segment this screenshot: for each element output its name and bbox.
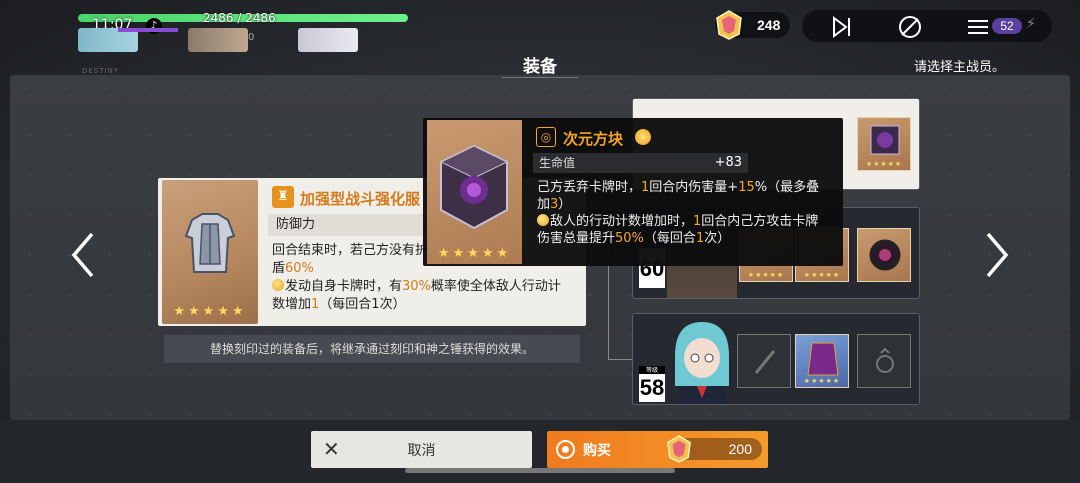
desc-text: 伤害总量提升 (537, 231, 616, 246)
desc-line: 回合结束时，若己方没有护 (272, 243, 429, 258)
rarity-sun-icon (635, 129, 651, 145)
select-hint: 请选择主战员。 (913, 60, 1005, 75)
sword-icon (754, 350, 776, 374)
member-3-portrait (298, 28, 358, 52)
desc-text: 数增加 (272, 297, 312, 312)
slot3-accessory-empty[interactable] (857, 334, 911, 388)
party-hp-text: 2486 / 2486 (203, 11, 276, 25)
item-tooltip: ★★★★★ ◎ 次元方块 生命值 +83 己方丢弃卡牌时， 1 回合内伤害量+15%… (423, 118, 843, 266)
confirm-circle-icon (556, 440, 575, 459)
desc-text: ） (558, 197, 572, 212)
tooltip-description: 己方丢弃卡牌时，1回合内伤害量+15%（最多叠 加3） 敌人的行动计数增加时，1… (537, 179, 837, 247)
mini-stars: ★★★★★ (803, 271, 841, 279)
skip-button[interactable] (828, 14, 854, 40)
character-portrait (675, 322, 729, 404)
tree-connector (608, 250, 632, 360)
desc-text: 盾 (272, 261, 286, 276)
title-divider (502, 77, 578, 80)
cube-artwork: ★★★★★ (427, 120, 522, 264)
member-2-portrait (188, 28, 248, 52)
desc-text: 次） (704, 231, 731, 246)
speed-off-icon (899, 16, 921, 38)
deck-button[interactable] (965, 14, 991, 40)
price-value: 200 (728, 441, 752, 457)
gold-crystal-icon (716, 10, 742, 40)
gold-crystal-icon (667, 435, 691, 463)
cancel-button[interactable]: ✕ 取消 (311, 431, 532, 468)
slot3-level-value: 58 (639, 375, 665, 400)
tooltip-stat-value: +83 (714, 155, 742, 170)
tooltip-stat-label: 生命值 (539, 156, 576, 170)
desc-text: 发动自身卡牌时，有 (285, 279, 403, 294)
bolt-icon: ⚡ (1026, 16, 1036, 32)
desc-value: 50% (615, 231, 644, 246)
inherit-note: 替换刻印过的装备后，将继承通过刻印和神之锤获得的效果。 (164, 335, 580, 363)
deck-count-badge: 52 (992, 18, 1022, 34)
slot1-accessory[interactable]: ★★★★★ (857, 117, 911, 171)
chevron-left-icon (71, 232, 94, 278)
cancel-label: 取消 (407, 443, 436, 459)
tooltip-stat-row: 生命值 +83 (533, 153, 748, 173)
top-hud: 2486 / 2486 11:07 ♪ 0 248 52 ⚡ (0, 0, 1080, 55)
equipment-name: 加强型战斗强化服 (300, 190, 421, 208)
gesture-bar[interactable] (405, 468, 675, 473)
slot3-armor[interactable]: ★★★★★ (795, 334, 849, 388)
orb-icon (272, 279, 284, 291)
chevron-right-icon (986, 232, 1009, 278)
slot3-weapon-empty[interactable] (737, 334, 791, 388)
armor-artwork: ★★★★★ (162, 180, 258, 324)
buy-button[interactable]: 购买 200 (547, 431, 768, 468)
desc-value: 1 (695, 231, 705, 246)
armor-icon (184, 213, 236, 273)
cloak-icon (807, 342, 839, 376)
hud-controls: 52 ⚡ (802, 10, 1052, 42)
slot3-portrait (667, 316, 737, 404)
ring-icon (876, 347, 894, 373)
next-arrow-button[interactable] (982, 230, 1012, 280)
desc-text: （每回合1次） (319, 297, 406, 312)
armor-stars: ★★★★★ (173, 304, 247, 319)
armor-type-icon: ♜ (272, 186, 294, 208)
orb-icon (537, 214, 549, 226)
desc-text: 敌人的行动计数增加时， (550, 214, 694, 229)
mini-stars: ★★★★★ (865, 160, 903, 168)
desc-text: 己方丢弃卡牌时， (537, 180, 642, 195)
slot2-accessory[interactable] (857, 228, 911, 282)
desc-text: 概率使全体敌人行动计 (430, 279, 561, 294)
slot3-level: 58 (639, 374, 665, 402)
auto-off-button[interactable] (897, 14, 923, 40)
desc-text: 加 (537, 197, 551, 212)
desc-value: 30% (402, 279, 431, 294)
desc-value: 15 (738, 180, 755, 195)
buy-label: 购买 (583, 443, 611, 459)
tooltip-item-name: 次元方块 (563, 130, 624, 148)
emblem-icon (869, 239, 901, 271)
cube-stars: ★★★★★ (437, 246, 512, 261)
dimension-cube-icon (439, 144, 509, 230)
menu-icon (968, 20, 988, 34)
party-member-3[interactable] (298, 28, 398, 52)
team-slot-3[interactable]: 等级 58 ★★★★★ (632, 313, 920, 405)
desc-text: （每回合 (643, 231, 696, 246)
bottom-action-bar (0, 420, 1080, 483)
party-status[interactable]: 2486 / 2486 11:07 ♪ 0 (78, 10, 418, 52)
desc-text: %（最多叠 (754, 180, 820, 195)
mini-stars: ★★★★★ (747, 271, 785, 279)
price-tag: 200 (667, 435, 762, 463)
skip-icon (833, 16, 850, 38)
desc-text: 回合内己方攻击卡牌 (701, 214, 819, 229)
party-member-1[interactable] (78, 28, 178, 52)
desc-text: 回合内伤害量+ (649, 180, 739, 195)
prev-arrow-button[interactable] (68, 230, 98, 280)
member-1-gauge (118, 28, 178, 32)
party-member-2[interactable]: 0 (188, 28, 288, 52)
desc-value: 60% (285, 261, 314, 276)
decorative-label: DESTINY (82, 67, 120, 75)
coin-count: 248 (757, 17, 781, 33)
mini-stars: ★★★★★ (803, 377, 841, 385)
member-2-stat: 0 (248, 32, 255, 43)
ring-type-icon: ◎ (536, 127, 556, 147)
cube-icon (870, 125, 900, 155)
coin-counter[interactable]: 248 (715, 10, 790, 40)
